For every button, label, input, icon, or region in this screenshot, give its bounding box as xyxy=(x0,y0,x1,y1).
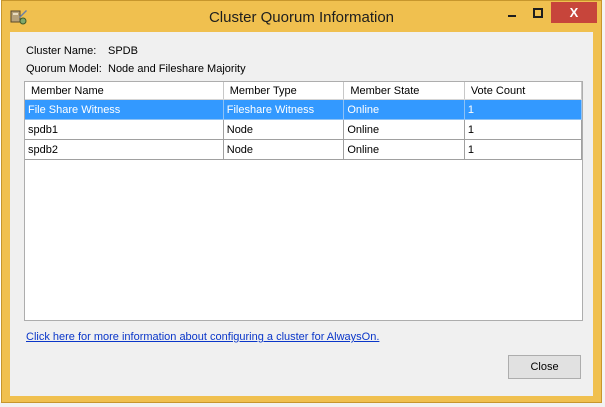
cell-member-state[interactable]: Online xyxy=(343,139,465,160)
column-header-member-name[interactable]: Member Name xyxy=(25,82,224,100)
header-row: Member Name Member Type Member State Vot… xyxy=(25,82,583,100)
cell-member-state[interactable]: Online xyxy=(343,119,465,140)
cluster-name-value: SPDB xyxy=(108,45,138,57)
alwayson-info-link[interactable]: Click here for more information about co… xyxy=(26,331,379,343)
cell-vote-count[interactable]: 1 xyxy=(464,139,583,160)
cell-member-type[interactable]: Node xyxy=(223,119,345,140)
dialog-content: Cluster Name: SPDB Quorum Model: Node and … xyxy=(10,32,593,396)
table-row[interactable]: spdb2 Node Online 1 xyxy=(25,139,583,160)
cell-member-type[interactable]: Fileshare Witness xyxy=(223,99,345,120)
cell-member-type[interactable]: Node xyxy=(223,139,345,160)
table-row[interactable]: spdb1 Node Online 1 xyxy=(25,119,583,140)
members-table: Member Name Member Type Member State Vot… xyxy=(25,82,583,160)
minimize-icon xyxy=(508,14,516,17)
maximize-icon xyxy=(533,7,543,18)
column-header-member-state[interactable]: Member State xyxy=(343,82,465,100)
title-bar[interactable]: Cluster Quorum Information X xyxy=(2,1,601,33)
cluster-name-label: Cluster Name: xyxy=(26,45,97,57)
cell-member-state[interactable]: Online xyxy=(343,99,465,120)
cell-vote-count[interactable]: 1 xyxy=(464,99,583,120)
column-header-member-type[interactable]: Member Type xyxy=(223,82,345,100)
minimize-button[interactable] xyxy=(499,2,525,23)
cluster-quorum-dialog: Cluster Quorum Information X Cluster Nam… xyxy=(1,0,602,403)
quorum-model-row: Quorum Model: Node and Fileshare Majority xyxy=(26,63,246,75)
cluster-name-row: Cluster Name: SPDB xyxy=(26,45,138,57)
cell-member-name[interactable]: File Share Witness xyxy=(25,99,224,120)
window-close-button[interactable]: X xyxy=(551,2,597,23)
quorum-members-grid[interactable]: Member Name Member Type Member State Vot… xyxy=(24,81,583,321)
close-button[interactable]: Close xyxy=(508,355,581,379)
quorum-model-label: Quorum Model: xyxy=(26,63,102,75)
column-header-vote-count[interactable]: Vote Count xyxy=(464,82,583,100)
cell-vote-count[interactable]: 1 xyxy=(464,119,583,140)
table-row[interactable]: File Share Witness Fileshare Witness Onl… xyxy=(25,99,583,120)
close-icon: X xyxy=(569,5,579,20)
cell-member-name[interactable]: spdb2 xyxy=(25,139,224,160)
quorum-model-value: Node and Fileshare Majority xyxy=(108,63,246,75)
maximize-button[interactable] xyxy=(525,2,551,23)
cell-member-name[interactable]: spdb1 xyxy=(25,119,224,140)
